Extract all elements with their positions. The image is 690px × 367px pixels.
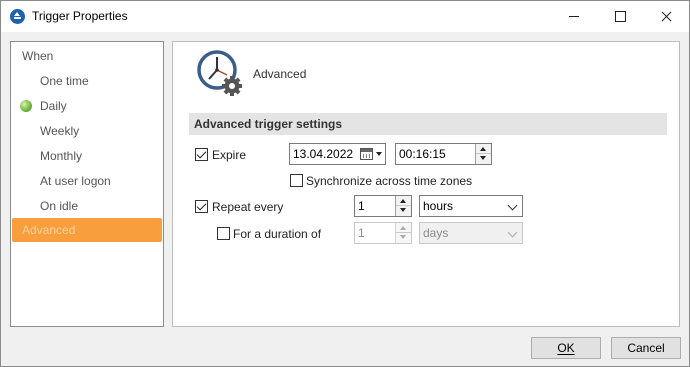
- expire-time-field[interactable]: 00:16:15: [395, 143, 492, 165]
- expire-label: Expire: [212, 148, 247, 162]
- sidebar-item-monthly[interactable]: Monthly: [12, 144, 162, 168]
- section-header: Advanced trigger settings: [189, 113, 667, 135]
- sidebar-item-label: At user logon: [40, 174, 111, 188]
- expire-date-value: 13.04.2022: [293, 147, 354, 161]
- time-spinner[interactable]: [475, 144, 491, 164]
- clock-gear-icon: [197, 50, 242, 96]
- sync-timezones-checkbox[interactable]: [290, 174, 303, 187]
- repeat-unit-value: hours: [423, 199, 454, 213]
- cancel-button-label: Cancel: [627, 341, 665, 355]
- expire-date-picker[interactable]: 13.04.2022: [289, 143, 386, 165]
- sidebar-item-label: On idle: [40, 199, 79, 213]
- repeat-value-stepper[interactable]: 1: [354, 195, 412, 217]
- spin-up-icon[interactable]: [476, 144, 491, 154]
- ok-button[interactable]: OK: [531, 337, 601, 359]
- cancel-button[interactable]: Cancel: [611, 337, 681, 359]
- sidebar-item-label: One time: [40, 74, 89, 88]
- maximize-button[interactable]: [597, 1, 643, 32]
- spin-down-icon[interactable]: [396, 233, 411, 243]
- sidebar-item-label: Monthly: [40, 149, 83, 163]
- spin-down-icon[interactable]: [476, 154, 491, 164]
- minimize-button[interactable]: [551, 1, 597, 32]
- sidebar-item-weekly[interactable]: Weekly: [12, 119, 162, 143]
- chevron-down-icon: [507, 200, 518, 211]
- sidebar-item-advanced[interactable]: Advanced: [12, 218, 162, 242]
- repeat-label: Repeat every: [212, 200, 284, 214]
- sidebar-item-at-user-logon[interactable]: At user logon: [12, 169, 162, 193]
- sidebar-heading: When: [22, 49, 54, 63]
- repeat-value: 1: [358, 199, 365, 213]
- chevron-down-icon: [507, 227, 518, 238]
- duration-checkbox[interactable]: [217, 227, 230, 240]
- expire-time-value: 00:16:15: [399, 147, 446, 161]
- spin-up-icon[interactable]: [396, 196, 411, 206]
- sync-timezones-label: Synchronize across time zones: [306, 174, 473, 188]
- repeat-checkbox[interactable]: [195, 200, 208, 213]
- green-dot-icon: [20, 100, 32, 112]
- sidebar-item-daily[interactable]: Daily: [12, 94, 162, 118]
- sidebar-item-one-time[interactable]: One time: [12, 69, 162, 93]
- expire-checkbox[interactable]: [195, 148, 208, 161]
- spin-up-icon[interactable]: [396, 223, 411, 233]
- close-button[interactable]: [643, 1, 689, 32]
- duration-unit-select[interactable]: days: [419, 222, 523, 244]
- trigger-type-list: When One time Daily Weekly Monthly At us…: [10, 41, 164, 327]
- repeat-spinner[interactable]: [395, 196, 411, 216]
- spin-down-icon[interactable]: [396, 206, 411, 216]
- duration-label: For a duration of: [233, 227, 322, 241]
- app-icon: [10, 9, 25, 24]
- chevron-down-icon: [376, 152, 382, 156]
- duration-spinner[interactable]: [395, 223, 411, 243]
- sidebar-item-label: Weekly: [40, 124, 80, 138]
- duration-value: 1: [358, 226, 365, 240]
- sidebar-item-label: Advanced: [22, 223, 76, 237]
- title-bar: Trigger Properties: [1, 1, 689, 32]
- calendar-icon: [360, 148, 373, 160]
- trigger-properties-window: Trigger Properties When One time Daily W…: [0, 0, 690, 367]
- repeat-unit-select[interactable]: hours: [419, 195, 523, 217]
- duration-value-stepper[interactable]: 1: [354, 222, 412, 244]
- ok-button-label: OK: [557, 341, 575, 355]
- sidebar-item-label: Daily: [40, 99, 67, 113]
- advanced-settings-panel: Advanced Advanced trigger settings Expir…: [172, 41, 680, 327]
- panel-title: Advanced: [253, 67, 307, 81]
- sidebar-item-on-idle[interactable]: On idle: [12, 194, 162, 218]
- duration-unit-value: days: [423, 226, 449, 240]
- window-title: Trigger Properties: [32, 9, 128, 23]
